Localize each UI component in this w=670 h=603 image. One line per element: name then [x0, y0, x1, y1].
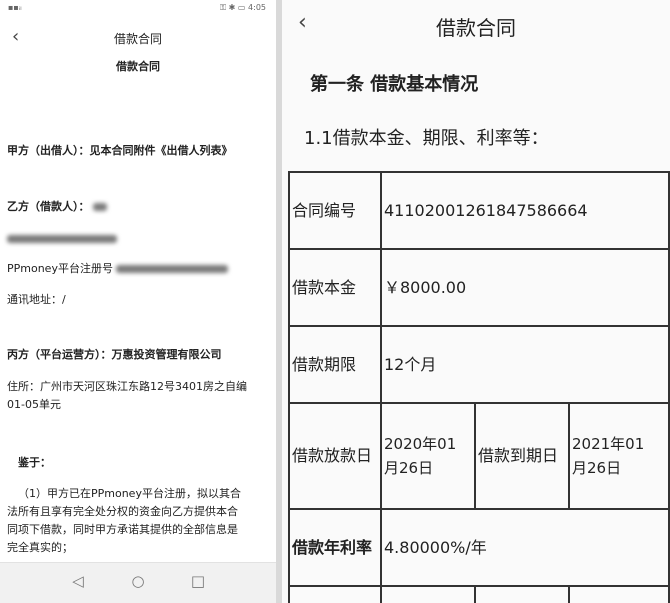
pp-reg-label: PPmoney平台注册号 [7, 262, 113, 275]
status-right: ⚿ ✱ ▭ 4:05 [220, 3, 266, 12]
term-label: 借款期限 [288, 325, 382, 404]
issue-date-value: 2020年01 月26日 [380, 402, 476, 510]
principal-value: ￥8000.00 [379, 248, 670, 327]
address: 通讯地址：/ [7, 293, 66, 306]
right-phone-screen: ‹ 借款合同 第一条 借款基本情况 1.1借款本金、期限、利率等： 合同编号 4… [282, 0, 670, 603]
annual-rate-value: 4.80000%/年 [379, 508, 670, 587]
redacted-reg-number [116, 265, 229, 273]
back-triangle-icon[interactable]: ◁ [68, 572, 88, 590]
section-title: 1.1借款本金、期限、利率等： [304, 128, 549, 149]
whereas-label: 鉴于： [18, 456, 51, 469]
nav-title: 借款合同 [113, 32, 162, 46]
party-c: 丙方（平台运营方）：万惠投资管理有限公司 [7, 348, 222, 361]
due-date-line-1: 2021年01 [572, 435, 645, 453]
loan-info-table: 合同编号 41102001261847586664 借款本金 ￥8000.00 … [288, 171, 670, 603]
left-phone-screen: ▪▪ᵢₗ ⚿ ✱ ▭ 4:05 ‹ 借款合同 借款合同 甲方（出借人）：见本合同… [0, 0, 276, 603]
contract-no-value: 41102001261847586664 [379, 171, 670, 250]
table-cell-empty [380, 585, 476, 603]
principal-label: 借款本金 [288, 248, 382, 327]
table-cell-empty [567, 585, 670, 603]
signal-icon: ▪▪ᵢₗ [8, 3, 22, 12]
table-row: 合同编号 41102001261847586664 [288, 171, 670, 250]
status-bar: ▪▪ᵢₗ ⚿ ✱ ▭ 4:05 [0, 0, 276, 16]
contract-no-label: 合同编号 [288, 171, 382, 250]
clause-1-line-2: 法所有且享有完全处分权的资金向乙方提供本合 [7, 505, 238, 518]
residence-line-2: 01-05单元 [7, 398, 61, 411]
table-row: 借款放款日 2020年01 月26日 借款到期日 2021年01 月26日 [288, 402, 670, 510]
nav-title: 借款合同 [436, 16, 516, 40]
table-cell-empty [474, 585, 570, 603]
party-b-label: 乙方（借款人）： [7, 200, 90, 213]
annual-rate-label: 借款年利率 [288, 508, 382, 587]
clause-1-line-4: 完全真实的； [7, 541, 73, 554]
table-row: 借款本金 ￥8000.00 [288, 248, 670, 327]
table-row: 借款期限 12个月 [288, 325, 670, 404]
document-title: 借款合同 [116, 60, 160, 73]
redacted-id [7, 235, 117, 243]
due-date-label: 借款到期日 [474, 402, 570, 510]
due-date-line-2: 月26日 [572, 459, 622, 477]
home-circle-icon[interactable]: ○ [128, 572, 148, 590]
party-b: 乙方（借款人）： [7, 198, 269, 216]
pp-register-number: PPmoney平台注册号 [7, 260, 269, 278]
recents-square-icon[interactable]: □ [188, 572, 208, 590]
party-a: 甲方（出借人）：见本合同附件《出借人列表》 [7, 144, 233, 157]
table-row [288, 585, 670, 603]
issue-date-line-2: 月26日 [384, 459, 434, 477]
clause-1-line-3: 同项下借款，同时甲方承诺其提供的全部信息是 [7, 523, 238, 536]
residence-line-1: 住所：广州市天河区珠江东路12号3401房之自编 [7, 380, 247, 393]
system-nav-bar: ◁ ○ □ [0, 562, 276, 603]
issue-date-label: 借款放款日 [288, 402, 382, 510]
due-date-value: 2021年01 月26日 [567, 402, 670, 510]
issue-date-line-1: 2020年01 [384, 435, 457, 453]
redacted-line [7, 230, 269, 248]
redacted-name [93, 203, 108, 211]
clock: 4:05 [248, 3, 266, 12]
table-row: 借款年利率 4.80000%/年 [288, 508, 670, 587]
article-title: 第一条 借款基本情况 [310, 74, 479, 95]
clause-1-line-1: （1）甲方已在PPmoney平台注册，拟以其合 [18, 487, 241, 500]
term-value: 12个月 [379, 325, 670, 404]
table-cell-empty [288, 585, 382, 603]
